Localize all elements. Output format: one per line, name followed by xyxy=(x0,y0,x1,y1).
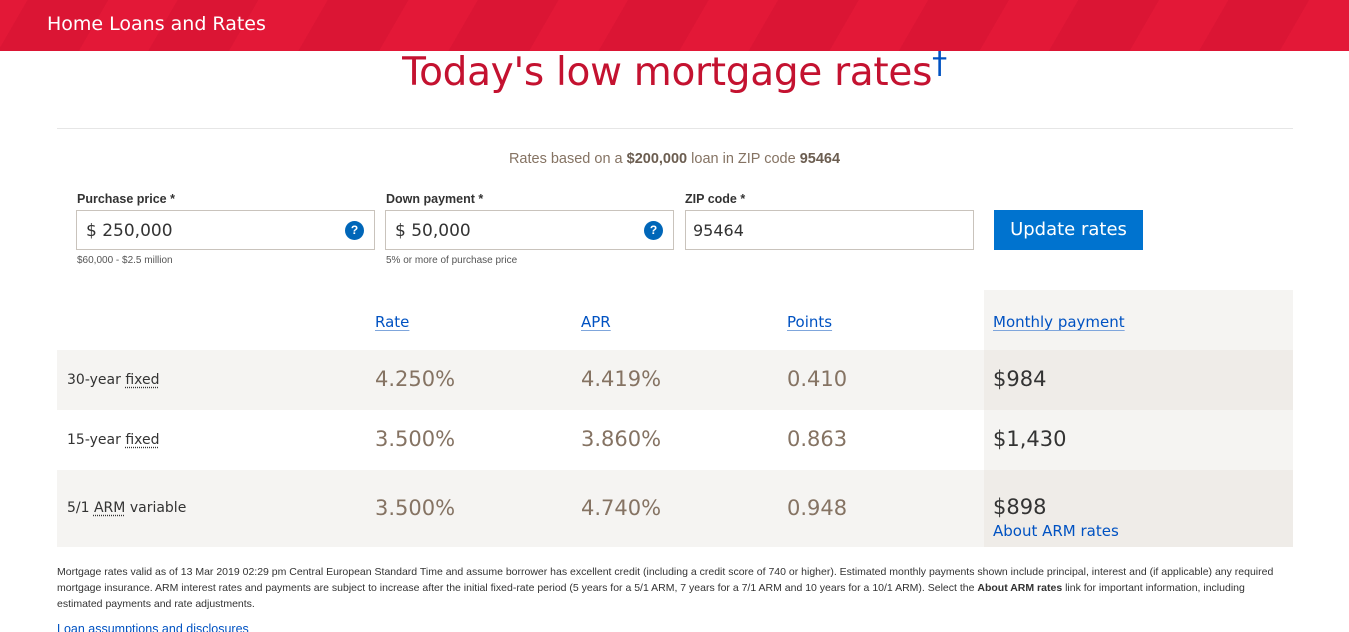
header-rate-link[interactable]: Rate xyxy=(375,313,409,331)
zip-code-label: ZIP code * xyxy=(685,192,746,206)
monthly-payment-value: $1,430 xyxy=(993,427,1067,451)
page-title-text: Today's low mortgage rates xyxy=(402,50,933,95)
loan-amount: $200,000 xyxy=(626,151,688,167)
help-icon[interactable]: ? xyxy=(644,221,663,240)
header-points-link[interactable]: Points xyxy=(787,313,832,331)
rates-disclaimer: Mortgage rates valid as of 13 Mar 2019 0… xyxy=(57,566,1274,610)
points-value: 0.410 xyxy=(787,367,848,391)
header-apr-link[interactable]: APR xyxy=(581,313,611,331)
apr-value: 4.740% xyxy=(581,496,662,520)
down-payment-value[interactable]: $ 50,000 xyxy=(395,221,471,241)
table-row xyxy=(57,350,1293,410)
monthly-payment-value: $984 xyxy=(993,367,1047,391)
page-title: Today's low mortgage rates† xyxy=(0,46,1349,95)
rates-basis-text: Rates based on a $200,000 loan in ZIP co… xyxy=(508,151,841,167)
term-fixed-link[interactable]: fixed xyxy=(125,372,159,388)
basis-zip: 95464 xyxy=(799,151,841,167)
rate-value: 3.500% xyxy=(375,427,456,451)
term-5-1-arm: 5/1 ARM variable xyxy=(67,500,187,516)
help-icon[interactable]: ? xyxy=(345,221,364,240)
down-payment-field[interactable]: $ 50,000 ? xyxy=(385,210,674,250)
apr-value: 3.860% xyxy=(581,427,662,451)
footnote-dagger-link[interactable]: † xyxy=(932,46,947,81)
zip-code-field[interactable]: 95464 xyxy=(685,210,974,250)
points-value: 0.948 xyxy=(787,496,848,520)
site-title[interactable]: Home Loans and Rates xyxy=(47,13,266,35)
purchase-price-hint: $60,000 - $2.5 million xyxy=(77,255,173,266)
term-15-year: 15-year fixed xyxy=(67,432,160,448)
term-fixed-link[interactable]: fixed xyxy=(125,432,159,448)
term-30-year: 30-year fixed xyxy=(67,372,160,388)
divider xyxy=(57,128,1293,129)
purchase-price-field[interactable]: $ 250,000 ? xyxy=(76,210,375,250)
term-arm-link[interactable]: ARM xyxy=(94,500,125,516)
down-payment-label: Down payment * xyxy=(386,192,484,206)
points-value: 0.863 xyxy=(787,427,848,451)
header-monthly-payment-link[interactable]: Monthly payment xyxy=(993,313,1125,331)
zip-code-value[interactable]: 95464 xyxy=(693,221,744,240)
monthly-payment-value: $898 xyxy=(993,495,1047,519)
loan-assumptions-link[interactable]: Loan assumptions and disclosures xyxy=(57,622,249,632)
purchase-price-label: Purchase price * xyxy=(77,192,175,206)
purchase-price-value[interactable]: $ 250,000 xyxy=(86,221,173,241)
about-arm-rates-link[interactable]: About ARM rates xyxy=(993,522,1119,540)
top-banner: Home Loans and Rates xyxy=(0,0,1349,51)
apr-value: 4.419% xyxy=(581,367,662,391)
down-payment-hint: 5% or more of purchase price xyxy=(386,255,518,266)
update-rates-button[interactable]: Update rates xyxy=(994,210,1143,250)
rates-table: Rate APR Points Monthly payment 30-year … xyxy=(57,290,1293,547)
rate-value: 3.500% xyxy=(375,496,456,520)
rate-value: 4.250% xyxy=(375,367,456,391)
